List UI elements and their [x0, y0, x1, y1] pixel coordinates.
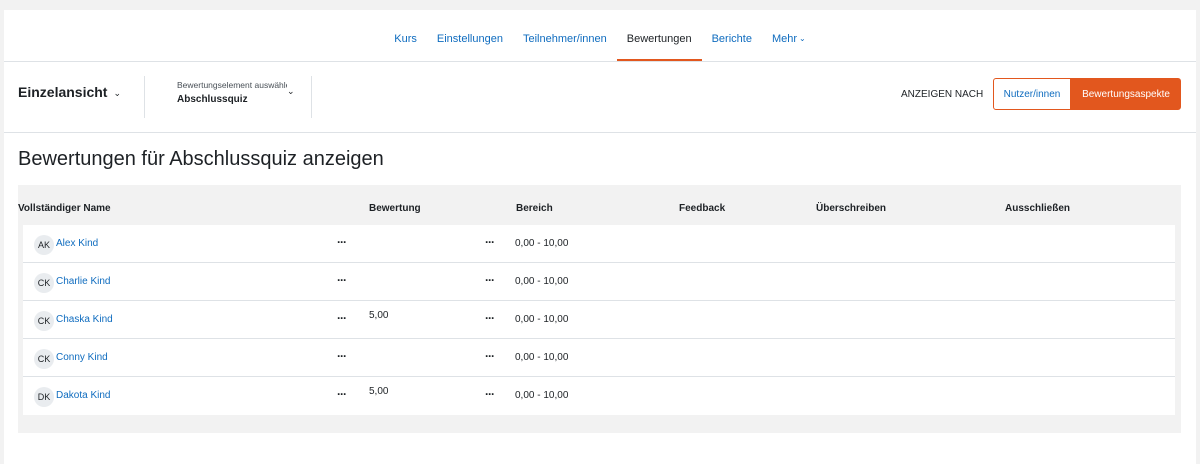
table-row: CK Conny Kind ··· ··· 0,00 - 10,00: [23, 339, 1175, 377]
grade-range: 0,00 - 10,00: [515, 238, 569, 249]
user-actions-menu-icon[interactable]: ···: [337, 274, 347, 286]
table-row: AK Alex Kind ··· ··· 0,00 - 10,00: [23, 225, 1175, 263]
view-by-label: ANZEIGEN NACH: [901, 89, 984, 100]
grade-range: 0,00 - 10,00: [515, 390, 569, 401]
view-selector-label: Einzelansicht: [18, 84, 108, 100]
view-by-users-button[interactable]: Nutzer/innen: [993, 78, 1071, 110]
nav-item-mehr[interactable]: Mehr ⌄: [762, 31, 816, 61]
chevron-down-icon: ⌄: [113, 88, 122, 98]
nav-item-label: Teilnehmer/innen: [522, 33, 607, 45]
user-name-link[interactable]: Dakota Kind: [56, 390, 110, 401]
view-selector[interactable]: Einzelansicht ⌄: [18, 84, 121, 100]
column-header-name: Vollständiger Name: [18, 203, 111, 214]
table-row: CK Chaska Kind ··· 5,00 ··· 0,00 - 10,00: [23, 301, 1175, 339]
grade-range: 0,00 - 10,00: [515, 276, 569, 287]
grade-actions-menu-icon[interactable]: ···: [485, 350, 495, 362]
nav-item-kurs[interactable]: Kurs: [384, 31, 427, 61]
nav-item-label: Bewertungen: [626, 33, 692, 45]
avatar: CK: [34, 349, 54, 369]
column-header-override: Überschreiben: [816, 203, 887, 214]
nav-item-label: Kurs: [394, 33, 417, 45]
grade-range: 0,00 - 10,00: [515, 314, 569, 325]
user-name-link[interactable]: Conny Kind: [56, 352, 108, 363]
grades-table: Vollständiger Name Bewertung Bereich Fee…: [18, 185, 1181, 433]
nav-item-label: Berichte: [711, 33, 752, 45]
grade-value: 5,00: [369, 386, 389, 397]
grade-actions-menu-icon[interactable]: ···: [485, 312, 495, 324]
column-header-range: Bereich: [516, 203, 553, 214]
page-title: Bewertungen für Abschlussquiz anzeigen: [18, 148, 384, 170]
column-header-feedback: Feedback: [679, 203, 726, 214]
nav-item-teilnehmer[interactable]: Teilnehmer/innen: [513, 31, 617, 61]
grade-actions-menu-icon[interactable]: ···: [485, 274, 495, 286]
column-header-grade: Bewertung: [369, 203, 421, 214]
grade-value: 5,00: [369, 310, 389, 321]
avatar: DK: [34, 387, 54, 407]
avatar: CK: [34, 273, 54, 293]
nav-item-label: Einstellungen: [436, 33, 503, 45]
nav-item-bewertungen[interactable]: Bewertungen: [616, 31, 702, 61]
user-name-link[interactable]: Charlie Kind: [56, 276, 110, 287]
user-actions-menu-icon[interactable]: ···: [337, 388, 347, 400]
table-body: AK Alex Kind ··· ··· 0,00 - 10,00 CK Cha…: [23, 225, 1175, 415]
view-by-grade-items-button[interactable]: Bewertungsaspekte: [1071, 78, 1181, 110]
table-header: Vollständiger Name Bewertung Bereich Fee…: [18, 185, 1181, 225]
chevron-down-icon: ⌄: [287, 86, 295, 96]
avatar: AK: [34, 235, 54, 255]
column-header-exclude: Ausschließen: [1005, 203, 1071, 214]
table-row: CK Charlie Kind ··· ··· 0,00 - 10,00: [23, 263, 1175, 301]
user-actions-menu-icon[interactable]: ···: [337, 350, 347, 362]
user-name-link[interactable]: Chaska Kind: [56, 314, 113, 325]
grade-item-selector-label: Bewertungselement auswählen: [177, 80, 287, 90]
user-actions-menu-icon[interactable]: ···: [337, 236, 347, 248]
secondary-navigation: Kurs Einstellungen Teilnehmer/innen Bewe…: [4, 10, 1196, 62]
nav-item-label: Mehr: [771, 33, 797, 45]
nav-item-berichte[interactable]: Berichte: [702, 31, 762, 61]
grade-actions-menu-icon[interactable]: ···: [485, 388, 495, 400]
nav-item-einstellungen[interactable]: Einstellungen: [427, 31, 513, 61]
table-row: DK Dakota Kind ··· 5,00 ··· 0,00 - 10,00: [23, 377, 1175, 415]
page: Kurs Einstellungen Teilnehmer/innen Bewe…: [4, 10, 1196, 464]
grade-actions-menu-icon[interactable]: ···: [485, 236, 495, 248]
tertiary-navigation: Einzelansicht ⌄ Bewertungselement auswähl…: [4, 62, 1196, 133]
grade-item-selector-value: Abschlussquiz: [177, 94, 248, 105]
user-actions-menu-icon[interactable]: ···: [337, 312, 347, 324]
avatar: CK: [34, 311, 54, 331]
grade-range: 0,00 - 10,00: [515, 352, 569, 363]
user-name-link[interactable]: Alex Kind: [56, 238, 98, 249]
grade-item-selector[interactable]: Bewertungselement auswählen Abschlussqui…: [144, 76, 312, 118]
chevron-down-icon: ⌄: [799, 34, 806, 43]
